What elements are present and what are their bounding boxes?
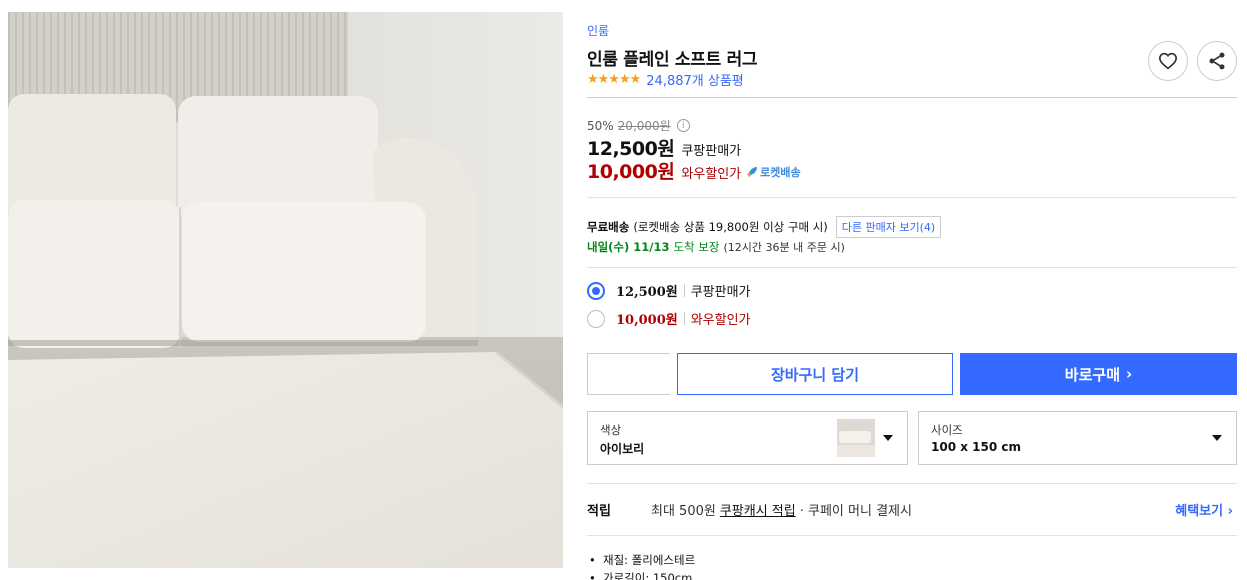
color-thumbnail xyxy=(837,419,875,457)
divider xyxy=(587,267,1237,268)
rating-stars: ★★★★★ xyxy=(587,72,641,87)
wishlist-button[interactable] xyxy=(1148,41,1188,81)
rocket-badge: 로켓배송 xyxy=(746,164,801,180)
size-select-value: 100 x 150 cm xyxy=(931,440,1021,454)
free-shipping-label: 무료배송 xyxy=(587,220,630,234)
product-info-panel: 인룸 인룸 플레인 소프트 러그 ★★★★★ 24,887개 상품평 50% 2… xyxy=(587,0,1237,580)
shipping-row: 무료배송 (로켓배송 상품 19,800원 이상 구매 시) 다른 판매자 보기… xyxy=(587,216,942,238)
spec-item: 재질: 폴리에스테르 xyxy=(589,551,695,569)
color-select[interactable]: 색상 아이보리 xyxy=(587,411,908,465)
option-label: 와우할인가 xyxy=(690,313,751,328)
option-price: 12,500원 xyxy=(616,285,678,300)
size-select-label: 사이즈 xyxy=(931,423,963,437)
buy-now-button[interactable]: 바로구매 › xyxy=(960,353,1237,395)
option-label: 쿠팡판매가 xyxy=(690,285,751,300)
other-sellers-button[interactable]: 다른 판매자 보기(4) xyxy=(835,216,942,238)
reward-amount: 최대 500원 xyxy=(651,504,716,519)
arrival-guarantee: 도착 보장 xyxy=(673,240,720,254)
radio-wow[interactable] xyxy=(587,309,605,328)
spec-list: 재질: 폴리에스테르 가로길이: 150cm xyxy=(589,551,695,580)
spec-item: 가로길이: 150cm xyxy=(589,569,695,580)
wow-price-row: 10,000원 와우할인가 로켓배송 xyxy=(587,157,801,184)
divider xyxy=(587,535,1237,536)
chevron-right-icon: › xyxy=(1126,365,1133,383)
heart-icon xyxy=(1158,52,1178,70)
product-title: 인룸 플레인 소프트 러그 xyxy=(587,50,758,70)
share-icon xyxy=(1209,52,1225,70)
arrival-row: 내일(수) 11/13 도착 보장 (12시간 36분 내 주문 시) xyxy=(587,239,845,255)
review-count-link[interactable]: 24,887개 상품평 xyxy=(646,70,743,89)
shipping-condition: (로켓배송 상품 19,800원 이상 구매 시) xyxy=(633,220,828,234)
color-select-value: 아이보리 xyxy=(600,442,645,456)
price-option-coupang[interactable]: 12,500원 쿠팡판매가 xyxy=(587,281,751,300)
coupang-cash-link[interactable]: 쿠팡캐시 적립 xyxy=(720,500,796,519)
separator xyxy=(683,284,685,297)
reward-label: 적립 xyxy=(587,504,611,519)
quantity-stepper[interactable]: ▲ ▼ xyxy=(587,353,790,395)
arrival-date: 내일(수) 11/13 xyxy=(587,240,670,254)
rocket-label: 로켓배송 xyxy=(760,166,801,179)
original-price: 20,000원 xyxy=(617,119,671,133)
arrival-note: (12시간 36분 내 주문 시) xyxy=(723,241,845,254)
chevron-down-icon xyxy=(883,435,893,441)
price-option-wow[interactable]: 10,000원 와우할인가 xyxy=(587,309,751,328)
reward-condition: · 쿠페이 머니 결제시 xyxy=(799,504,912,519)
info-icon[interactable]: i xyxy=(676,119,690,132)
radio-coupang[interactable] xyxy=(587,281,605,300)
benefit-link[interactable]: 혜택보기 › xyxy=(1175,500,1233,519)
reward-row: 적립 최대 500원 쿠팡캐시 적립 · 쿠페이 머니 결제시 혜택보기 › xyxy=(587,500,1237,519)
option-price: 10,000원 xyxy=(616,313,678,328)
brand-link[interactable]: 인룸 xyxy=(587,22,609,39)
buy-now-label: 바로구매 xyxy=(1064,365,1120,384)
product-image xyxy=(8,12,563,568)
wow-price-label: 와우할인가 xyxy=(681,167,742,182)
rocket-icon xyxy=(747,167,758,177)
divider xyxy=(587,197,1237,198)
wow-price: 10,000원 xyxy=(587,161,675,183)
divider xyxy=(587,97,1237,98)
discount-rate: 50% xyxy=(587,118,614,133)
share-button[interactable] xyxy=(1197,41,1237,81)
chevron-down-icon xyxy=(1212,435,1222,441)
size-select[interactable]: 사이즈 100 x 150 cm xyxy=(918,411,1237,465)
add-to-cart-button[interactable]: 장바구니 담기 xyxy=(677,353,953,395)
product-rating[interactable]: ★★★★★ 24,887개 상품평 xyxy=(587,70,744,89)
color-select-label: 색상 xyxy=(600,423,622,437)
divider xyxy=(587,483,1237,484)
separator xyxy=(683,312,685,325)
discount-row: 50% 20,000원 i xyxy=(587,117,690,134)
